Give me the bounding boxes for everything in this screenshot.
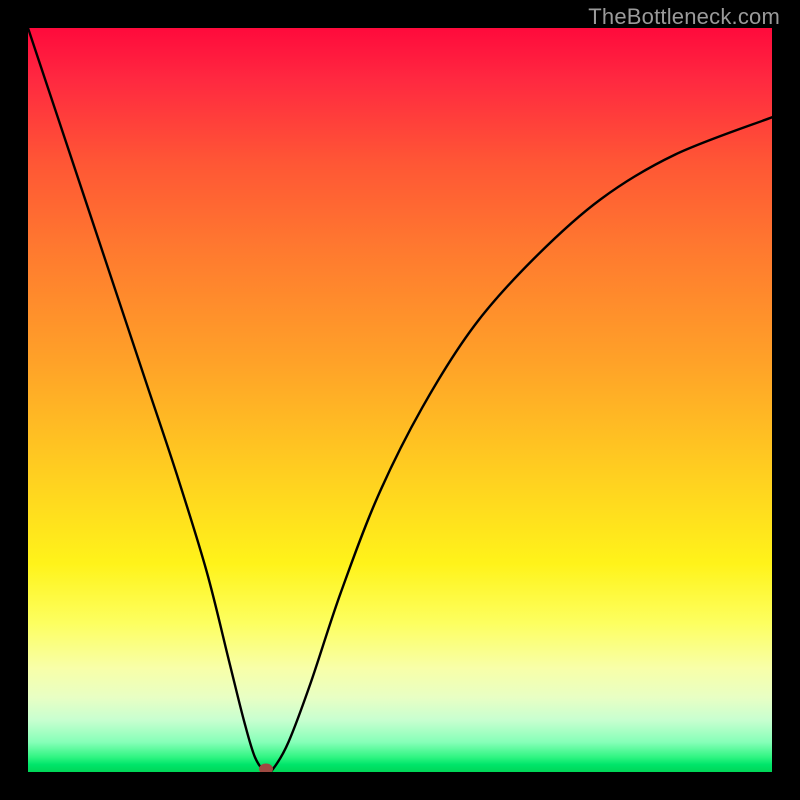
curve-layer bbox=[28, 28, 772, 772]
optimal-point-marker bbox=[259, 764, 273, 773]
chart-frame: TheBottleneck.com bbox=[0, 0, 800, 800]
plot-area bbox=[28, 28, 772, 772]
watermark-text: TheBottleneck.com bbox=[588, 4, 780, 30]
bottleneck-curve-path bbox=[28, 28, 772, 772]
